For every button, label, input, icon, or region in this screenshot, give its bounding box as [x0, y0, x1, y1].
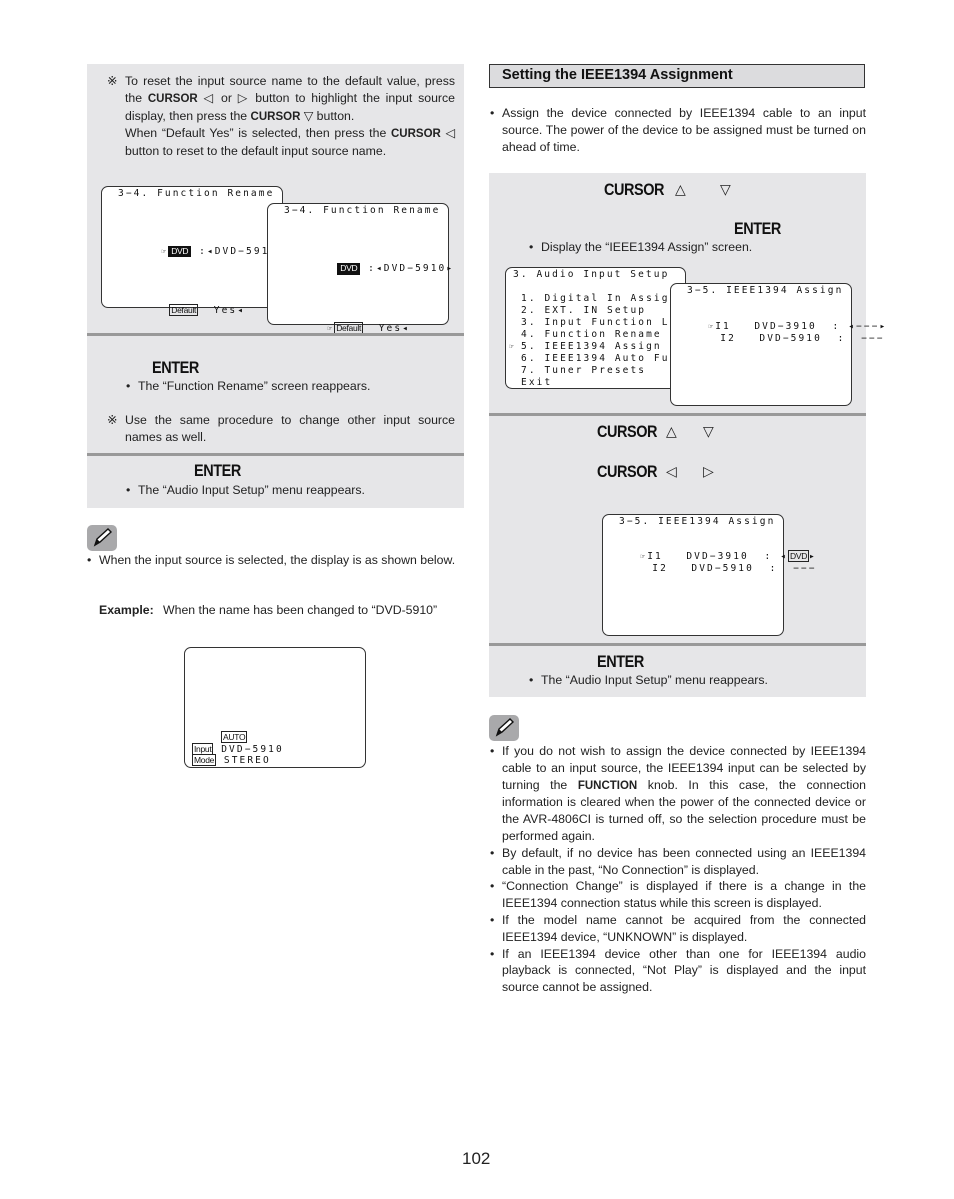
- pencil-icon: [87, 525, 117, 551]
- intro-bullet: Assign the device connected by IEEE1394 …: [502, 105, 866, 155]
- step-bullet: The “Audio Input Setup” menu reappears.: [541, 672, 861, 689]
- source-row: ☞ DVD :◂DVD−5910▸: [130, 235, 285, 268]
- menu-item[interactable]: 7. Tuner Presets: [509, 365, 646, 376]
- up-arrow-icon: △: [666, 423, 677, 439]
- menu-item[interactable]: 1. Digital In Assign: [509, 293, 677, 304]
- assign-row-i2: I2 DVD−5910 : −−−: [720, 333, 885, 344]
- source-label-highlighted: DVD: [337, 263, 361, 275]
- auto-label: AUTO: [221, 731, 248, 743]
- menu-item[interactable]: Exit: [509, 377, 552, 388]
- screen-title: 3. Audio Input Setup: [513, 269, 670, 280]
- mode-row: Mode STEREO: [192, 754, 271, 766]
- default-label: Default: [169, 304, 199, 316]
- example-label: Example:: [99, 603, 154, 617]
- front-display-screen: AUTO Input DVD−5910 Mode STEREO: [184, 647, 366, 768]
- mode-value: STEREO: [223, 755, 271, 766]
- cursor-left-right-label: CURSOR: [597, 462, 658, 481]
- pencil-icon: [489, 715, 519, 741]
- step-bullet: Display the “IEEE1394 Assign” screen.: [541, 239, 861, 256]
- step-bullet: The “Function Rename” screen reappears.: [138, 378, 458, 395]
- menu-item[interactable]: 6. IEEE1394 Auto Func.: [509, 353, 693, 364]
- memo-bullet: If the model name cannot be acquired fro…: [490, 912, 866, 946]
- left-arrow-icon: ◁: [666, 463, 677, 479]
- page-number: 102: [462, 1149, 491, 1168]
- enter-key-label: ENTER: [734, 219, 781, 238]
- step-bullet: The “Audio Input Setup” menu reappears.: [138, 482, 458, 499]
- function-rename-screen-a: 3−4. Function Rename ☞ DVD :◂DVD−5910▸ De…: [101, 186, 285, 316]
- memo-bullet: If an IEEE1394 device other than one for…: [490, 946, 866, 996]
- source-name-value: :◂DVD−5910▸: [368, 263, 455, 274]
- cursor-key: CURSOR: [250, 110, 301, 123]
- memo-bullet: By default, if no device has been connec…: [490, 845, 866, 879]
- auto-row: AUTO: [221, 731, 248, 743]
- source-row: DVD :◂DVD−5910▸: [306, 252, 454, 286]
- menu-item[interactable]: ☞ 5. IEEE1394 Assign: [509, 341, 662, 352]
- ieee1394-assign-screen-2: 3−5. IEEE1394 Assign ☞I1 DVD−3910 : ◂ DVD…: [602, 514, 815, 636]
- pointer-icon: ☞: [327, 324, 335, 333]
- menu-item[interactable]: 3. Input Function Lev.: [509, 317, 693, 328]
- source-label-highlighted: DVD: [168, 246, 192, 257]
- up-arrow-icon: △: [675, 181, 686, 197]
- section-heading: Setting the IEEE1394 Assignment: [502, 67, 733, 83]
- cursor-up-down-label: CURSOR: [604, 180, 665, 199]
- right-arrow-icon: ▷: [703, 463, 714, 479]
- enter-key-label: ENTER: [194, 461, 241, 480]
- reset-note: ※ To reset the input source name to the …: [107, 74, 456, 159]
- screen-title: 3−4. Function Rename: [284, 205, 441, 216]
- menu-item[interactable]: 2. EXT. IN Setup: [509, 305, 646, 316]
- audio-input-setup-screen: 3. Audio Input Setup 1. Digital In Assig…: [505, 267, 691, 389]
- assign-row-i2: I2 DVD−5910 : −−−: [652, 563, 817, 574]
- screen-title: 3−5. IEEE1394 Assign: [687, 285, 844, 296]
- reference-mark: ※: [107, 74, 118, 88]
- pointer-icon: ☞: [161, 247, 169, 256]
- ieee1394-assign-screen-1: 3−5. IEEE1394 Assign ☞I1 DVD−3910 : ◂−−−…: [670, 283, 885, 406]
- default-value: Yes◂: [213, 305, 246, 316]
- default-row: Default Yes◂: [138, 293, 245, 327]
- memo-notes: If you do not wish to assign the device …: [490, 743, 866, 996]
- same-procedure-note: ※ Use the same procedure to change other…: [107, 413, 455, 444]
- memo-bullet: If you do not wish to assign the device …: [490, 743, 866, 845]
- down-arrow-icon: ▽: [720, 181, 731, 197]
- screen-title: 3−5. IEEE1394 Assign: [619, 516, 776, 527]
- function-rename-screen-b: 3−4. Function Rename DVD :◂DVD−5910▸ ☞ De…: [267, 203, 452, 334]
- memo-bullet: When the input source is selected, the d…: [99, 552, 464, 569]
- pointer-icon: ☞: [509, 342, 516, 351]
- cursor-key: CURSOR: [391, 128, 441, 141]
- enter-key-label: ENTER: [152, 358, 199, 377]
- cursor-up-down-label: CURSOR: [597, 422, 658, 441]
- function-key: FUNCTION: [577, 779, 638, 792]
- cursor-key: CURSOR: [147, 92, 198, 105]
- mode-label: Mode: [192, 754, 217, 766]
- enter-key-label: ENTER: [597, 652, 644, 671]
- screen-title: 3−4. Function Rename: [118, 188, 275, 199]
- menu-item[interactable]: 4. Function Rename: [509, 329, 662, 340]
- down-arrow-icon: ▽: [703, 423, 714, 439]
- memo-bullet: “Connection Change” is displayed if ther…: [490, 878, 866, 912]
- example-line: Example: When the name has been changed …: [99, 603, 438, 617]
